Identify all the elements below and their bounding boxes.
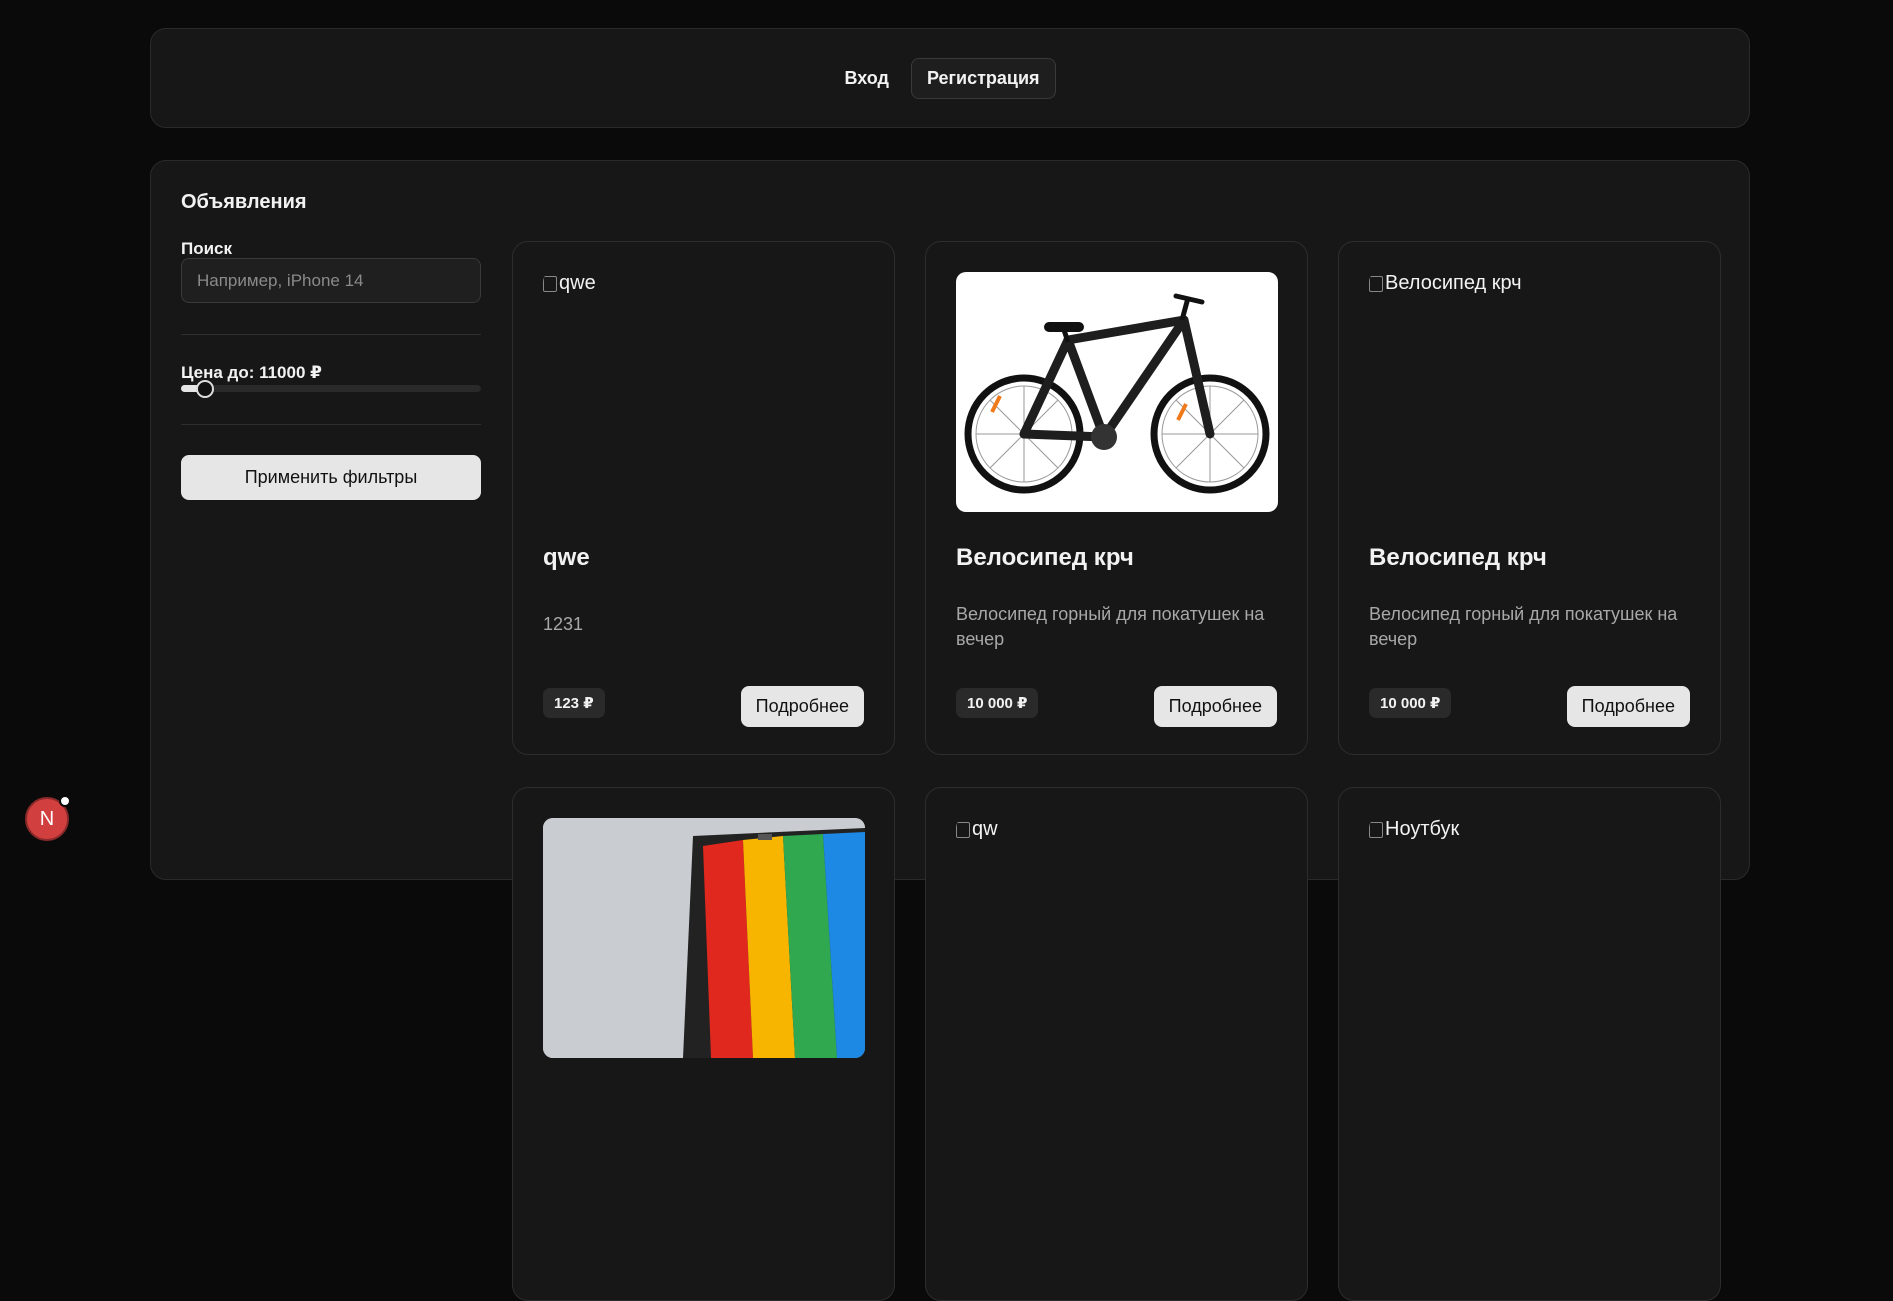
slider-thumb[interactable] (196, 379, 214, 398)
search-label: Поиск (181, 239, 233, 258)
listing-image: qw (956, 818, 1278, 1058)
listing-title: Велосипед крч (1369, 544, 1547, 571)
broken-image-icon (956, 821, 970, 838)
details-button[interactable]: Подробнее (1566, 686, 1690, 727)
listing-description: 1231 (543, 614, 584, 634)
listing-image (543, 818, 865, 1058)
price-badge: 123 ₽ (543, 688, 605, 718)
listing-image: Ноутбук (1369, 818, 1691, 1058)
top-navbar: Вход Регистрация (150, 28, 1750, 128)
listing-title: qwe (543, 544, 590, 571)
listing-description: Велосипед горный для покатушек на вечер (956, 604, 1265, 649)
listing-image (956, 272, 1278, 512)
divider (181, 424, 481, 425)
listing-card: Велосипед крч Велосипед крч Велосипед го… (1338, 241, 1721, 755)
image-alt-text: Велосипед крч (1385, 272, 1522, 294)
divider (181, 334, 481, 335)
broken-image-icon (1369, 821, 1383, 838)
login-link[interactable]: Вход (844, 68, 889, 89)
broken-image-icon (543, 275, 557, 292)
listing-card: Ноутбук (1338, 787, 1721, 1301)
listing-title: Велосипед крч (956, 544, 1134, 571)
search-input[interactable] (181, 258, 481, 303)
listing-card: Велосипед крч Велосипед горный для покат… (925, 241, 1308, 755)
notification-dot (59, 795, 71, 807)
broken-image-icon (1369, 275, 1383, 292)
nextjs-dev-badge[interactable]: N (25, 795, 71, 841)
nextjs-logo-icon: N (39, 807, 55, 830)
price-badge: 10 000 ₽ (1369, 688, 1452, 718)
listing-description: Велосипед горный для покатушек на вечер (1369, 604, 1678, 649)
register-button[interactable]: Регистрация (910, 57, 1056, 99)
image-alt-text: Ноутбук (1385, 818, 1460, 840)
image-alt-text: qw (972, 818, 998, 840)
laptop-icon (543, 818, 865, 1058)
bicycle-icon (964, 293, 1270, 494)
section-title: Объявления (181, 191, 307, 213)
listing-card: qwe qwe 1231 123 ₽ Подробнее (512, 241, 895, 755)
price-slider[interactable] (181, 379, 481, 398)
filters-sidebar: Поиск Цена до: 11000 ₽ Применить фильтры (181, 239, 481, 500)
listing-image: qwe (543, 272, 865, 512)
listing-card (512, 787, 895, 1301)
details-button[interactable]: Подробнее (1153, 686, 1277, 727)
apply-filters-button[interactable]: Применить фильтры (181, 455, 481, 500)
listing-card: qw (925, 787, 1308, 1301)
listings-section: Объявления Поиск Цена до: 11000 ₽ Примен… (150, 160, 1750, 1301)
image-alt-text: qwe (559, 272, 596, 294)
listing-image: Велосипед крч (1369, 272, 1691, 512)
price-badge: 10 000 ₽ (956, 688, 1039, 718)
price-label: Цена до: 11000 ₽ (181, 363, 322, 382)
details-button[interactable]: Подробнее (740, 686, 864, 727)
